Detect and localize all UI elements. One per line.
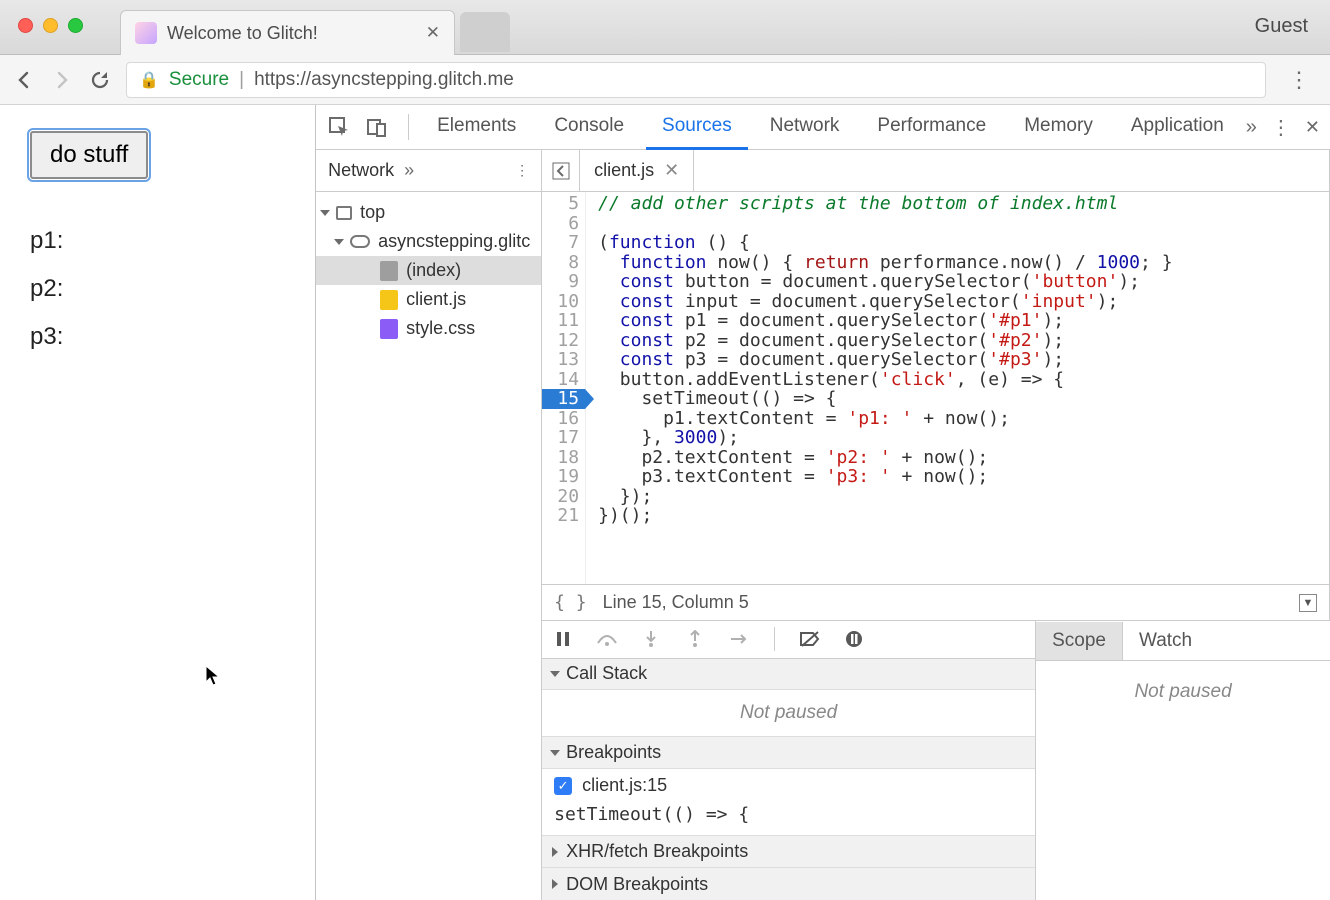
new-tab-button[interactable]: [460, 12, 510, 52]
tab-title: Welcome to Glitch!: [167, 23, 416, 44]
inspect-element-icon[interactable]: [326, 114, 352, 140]
editor-nav-icon[interactable]: [542, 150, 580, 191]
more-tabs-icon[interactable]: »: [1246, 116, 1257, 139]
url-separator: |: [239, 69, 244, 91]
tab-watch[interactable]: Watch: [1123, 622, 1208, 660]
lock-icon: 🔒: [139, 70, 159, 90]
step-icon[interactable]: [728, 628, 750, 650]
scope-not-paused: Not paused: [1036, 661, 1330, 900]
navigator-menu-icon[interactable]: ⋮: [515, 162, 529, 179]
file-tab-clientjs[interactable]: client.js ✕: [580, 150, 694, 191]
p2-label: p2:: [30, 275, 285, 303]
close-tab-icon[interactable]: ✕: [426, 23, 440, 43]
cloud-icon: [350, 235, 370, 248]
minimize-window-icon[interactable]: [43, 18, 58, 33]
source-editor: client.js ✕ 5678910111213141516171819202…: [542, 150, 1330, 620]
step-out-icon[interactable]: [684, 628, 706, 650]
tree-file-clientjs[interactable]: client.js: [316, 285, 541, 314]
breakpoint-item[interactable]: ✓ client.js:15: [542, 769, 1035, 802]
deactivate-breakpoints-icon[interactable]: [799, 628, 821, 650]
tab-memory[interactable]: Memory: [1008, 105, 1109, 150]
tab-application[interactable]: Application: [1115, 105, 1240, 150]
p1-label: p1:: [30, 227, 285, 255]
tab-network[interactable]: Network: [754, 105, 856, 150]
devtools: Elements Console Sources Network Perform…: [316, 105, 1330, 900]
navigator-header: Network » ⋮: [316, 150, 541, 192]
pause-on-exceptions-icon[interactable]: [843, 628, 865, 650]
tab-sources[interactable]: Sources: [646, 105, 748, 150]
tab-console[interactable]: Console: [538, 105, 640, 150]
source-code[interactable]: // add other scripts at the bottom of in…: [586, 192, 1172, 584]
debugger-panes: Call Stack Not paused Breakpoints ✓ clie…: [542, 620, 1330, 900]
url-text: https://asyncstepping.glitch.me: [254, 69, 514, 91]
do-stuff-button[interactable]: do stuff: [30, 131, 148, 179]
sources-navigator: Network » ⋮ top asyncstepping.glitc (ind…: [316, 150, 542, 900]
page-content: do stuff p1: p2: p3:: [0, 105, 316, 900]
tab-performance[interactable]: Performance: [861, 105, 1002, 150]
profile-label[interactable]: Guest: [1255, 15, 1308, 38]
divider: [774, 627, 775, 651]
breakpoint-code: setTimeout(() => {: [542, 802, 1035, 836]
breakpoints-header[interactable]: Breakpoints: [542, 737, 1035, 769]
file-tab-label: client.js: [594, 160, 654, 181]
cursor-icon: [205, 665, 221, 687]
traffic-lights: [18, 18, 83, 33]
js-file-icon: [380, 290, 398, 310]
divider: [408, 114, 409, 140]
favicon-icon: [135, 22, 157, 44]
device-toolbar-icon[interactable]: [364, 114, 390, 140]
step-into-icon[interactable]: [640, 628, 662, 650]
file-tree: top asyncstepping.glitc (index) client.j…: [316, 192, 541, 349]
tree-top[interactable]: top: [316, 198, 541, 227]
css-file-icon: [380, 319, 398, 339]
frame-icon: [336, 206, 352, 220]
tab-scope[interactable]: Scope: [1036, 622, 1123, 660]
cursor-position: Line 15, Column 5: [603, 592, 749, 613]
url-input[interactable]: 🔒 Secure | https://asyncstepping.glitch.…: [126, 62, 1266, 98]
secure-label: Secure: [169, 69, 229, 91]
step-over-icon[interactable]: [596, 628, 618, 650]
browser-menu-icon[interactable]: ⋮: [1280, 67, 1318, 93]
navigator-tab-label[interactable]: Network: [328, 160, 394, 181]
address-bar: 🔒 Secure | https://asyncstepping.glitch.…: [0, 55, 1330, 105]
toggle-drawer-icon[interactable]: ▼: [1299, 594, 1317, 612]
close-devtools-icon[interactable]: ✕: [1305, 117, 1320, 138]
callstack-not-paused: Not paused: [542, 690, 1035, 737]
tree-host[interactable]: asyncstepping.glitc: [316, 227, 541, 256]
tab-elements[interactable]: Elements: [421, 105, 532, 150]
close-window-icon[interactable]: [18, 18, 33, 33]
xhr-breakpoints-header[interactable]: XHR/fetch Breakpoints: [542, 836, 1035, 868]
document-icon: [380, 261, 398, 281]
close-file-tab-icon[interactable]: ✕: [664, 160, 679, 181]
tree-file-index[interactable]: (index): [316, 256, 541, 285]
tree-file-stylecss[interactable]: style.css: [316, 314, 541, 343]
more-navigator-tabs-icon[interactable]: »: [404, 160, 414, 181]
breakpoint-checkbox[interactable]: ✓: [554, 777, 572, 795]
reload-button[interactable]: [88, 68, 112, 92]
pretty-print-icon[interactable]: { }: [554, 592, 587, 613]
dom-breakpoints-header[interactable]: DOM Breakpoints: [542, 868, 1035, 900]
line-gutter[interactable]: 56789101112131415161718192021: [542, 192, 586, 584]
maximize-window-icon[interactable]: [68, 18, 83, 33]
back-button[interactable]: [12, 68, 36, 92]
callstack-header[interactable]: Call Stack: [542, 659, 1035, 691]
breakpoint-label: client.js:15: [582, 775, 667, 796]
debugger-controls: [542, 621, 1035, 659]
browser-tab[interactable]: Welcome to Glitch! ✕: [120, 10, 455, 55]
p3-label: p3:: [30, 323, 285, 351]
window-titlebar: Welcome to Glitch! ✕ Guest: [0, 0, 1330, 55]
devtools-menu-icon[interactable]: ⋮: [1271, 115, 1291, 140]
forward-button: [50, 68, 74, 92]
pause-icon[interactable]: [552, 628, 574, 650]
editor-status-bar: { } Line 15, Column 5 ▼: [542, 584, 1329, 620]
devtools-tabbar: Elements Console Sources Network Perform…: [316, 105, 1330, 150]
scope-watch-tabs: Scope Watch: [1036, 621, 1330, 661]
